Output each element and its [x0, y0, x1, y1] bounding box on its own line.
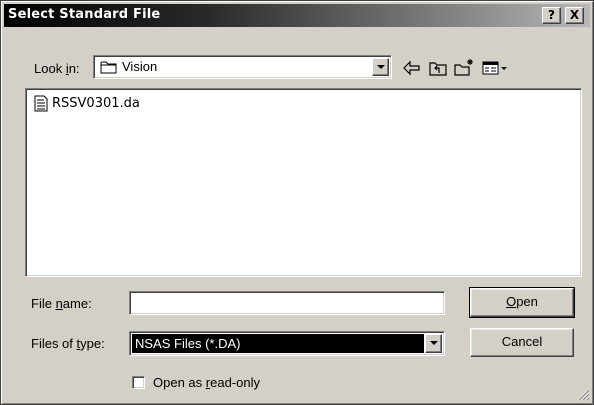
read-only-checkbox[interactable]: [132, 376, 145, 389]
view-menu-icon[interactable]: [481, 58, 511, 78]
text-file-icon: [34, 95, 48, 112]
close-button[interactable]: X: [565, 7, 584, 24]
folder-icon: [100, 61, 117, 74]
chevron-down-icon: [430, 341, 438, 345]
file-name-input[interactable]: [129, 291, 445, 315]
look-in-value: Vision: [122, 59, 158, 74]
open-button[interactable]: Open: [469, 287, 575, 318]
title-bar[interactable]: Select Standard File ? X: [4, 4, 590, 27]
look-in-label: Look in:: [34, 61, 80, 76]
file-list[interactable]: RSSV0301.da: [25, 88, 582, 277]
help-button[interactable]: ?: [542, 7, 561, 24]
back-arrow-icon[interactable]: [401, 58, 423, 78]
select-standard-file-dialog: Select Standard File ? X Look in: Vision: [0, 0, 594, 405]
read-only-label[interactable]: Open as read-only: [153, 375, 260, 390]
file-type-dropdown-button[interactable]: [425, 334, 442, 353]
file-type-select[interactable]: NSAS Files (*.DA): [129, 331, 445, 356]
chevron-down-icon: [377, 65, 385, 69]
file-name-label: File name:: [31, 296, 92, 311]
file-type-value: NSAS Files (*.DA): [132, 334, 424, 353]
file-type-label: Files of type:: [31, 336, 105, 351]
window-title: Select Standard File: [8, 7, 161, 22]
up-one-level-icon[interactable]: [427, 58, 449, 78]
cancel-button[interactable]: Cancel: [470, 328, 574, 357]
resize-grip-icon[interactable]: [576, 387, 590, 401]
new-folder-icon[interactable]: [453, 58, 475, 78]
look-in-dropdown-button[interactable]: [372, 58, 389, 76]
file-name: RSSV0301.da: [52, 96, 140, 111]
look-in-combo[interactable]: Vision: [93, 55, 392, 79]
